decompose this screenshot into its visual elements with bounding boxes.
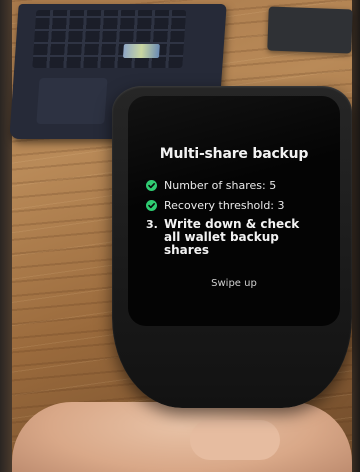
list-item-label: Recovery threshold: 3 [164,199,285,212]
laptop-keyboard-rows [32,10,187,68]
tablet-background [267,6,353,54]
thumb [190,420,280,460]
step-label: Write down & check all wallet backup sha… [164,217,300,257]
step-number: 3. [146,218,158,231]
photo-scene: Multi-share backup Number of shares: 5 R… [0,0,360,472]
hand [12,402,352,472]
laptop-trackpad [36,78,108,124]
list-item-current-step: 3. Write down & check all wallet backup … [146,218,336,260]
checkmark-icon [146,200,157,211]
checkmark-icon [146,180,157,191]
list-item-label: Number of shares: 5 [164,179,277,192]
swipe-up-hint[interactable]: Swipe up [128,278,340,289]
device-screen[interactable]: Multi-share backup Number of shares: 5 R… [128,96,340,326]
screen-title: Multi-share backup [159,146,309,162]
background-edge-right [352,0,360,472]
laptop-sticker [122,44,160,58]
background-edge-left [0,0,12,472]
